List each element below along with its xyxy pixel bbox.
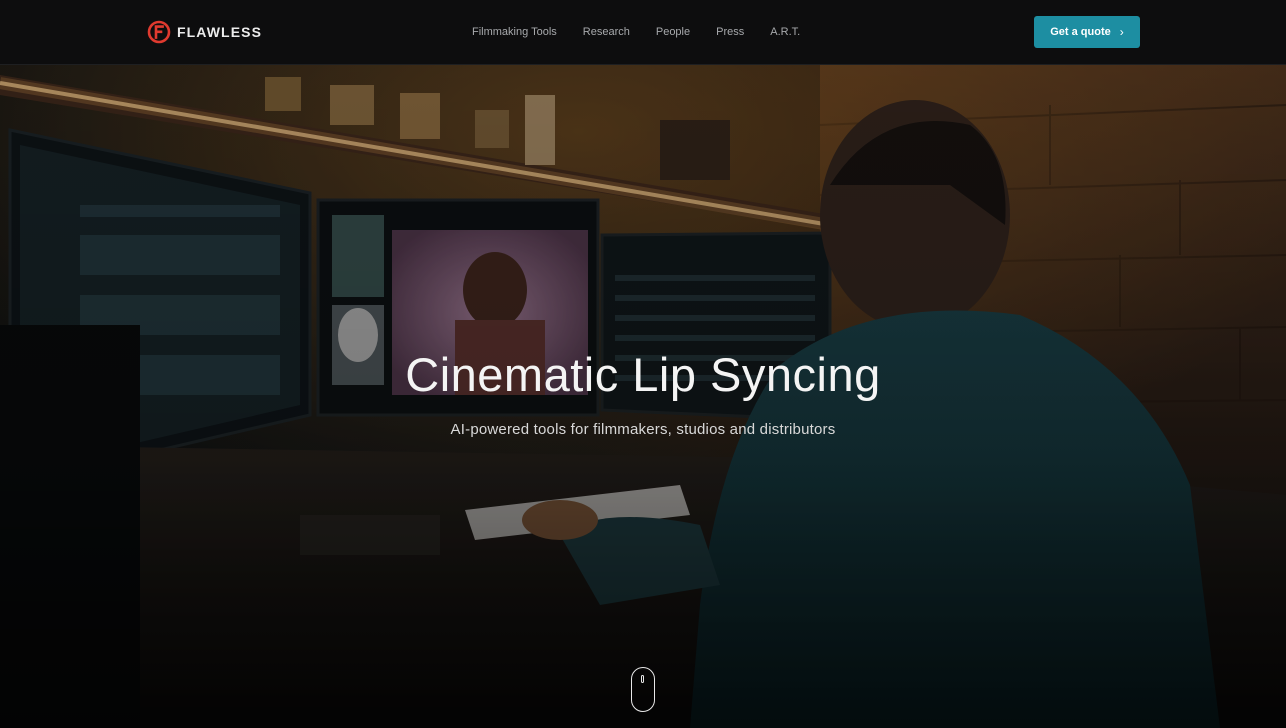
nav-item-filmmaking-tools[interactable]: Filmmaking Tools [472,26,557,38]
chevron-right-icon: › [1119,25,1124,39]
nav-item-press[interactable]: Press [716,26,744,38]
get-a-quote-label: Get a quote [1050,26,1111,38]
nav-item-research[interactable]: Research [583,26,630,38]
mouse-scroll-icon[interactable] [631,667,655,712]
site-header: FLAWLESS Filmmaking Tools Research Peopl… [0,0,1286,65]
get-a-quote-button[interactable]: Get a quote › [1034,16,1140,48]
hero-subtitle: AI-powered tools for filmmakers, studios… [450,421,836,438]
main-nav: Filmmaking Tools Research People Press A… [459,0,813,64]
brand-logo[interactable]: FLAWLESS [147,20,262,44]
nav-item-people[interactable]: People [656,26,690,38]
hero-section: Cinematic Lip Syncing AI-powered tools f… [0,65,1286,728]
brand-name: FLAWLESS [177,24,263,40]
hero-title: Cinematic Lip Syncing [405,348,881,401]
nav-item-art[interactable]: A.R.T. [770,26,800,38]
scroll-wheel [641,675,644,683]
flawless-f-logo-icon [147,20,171,44]
